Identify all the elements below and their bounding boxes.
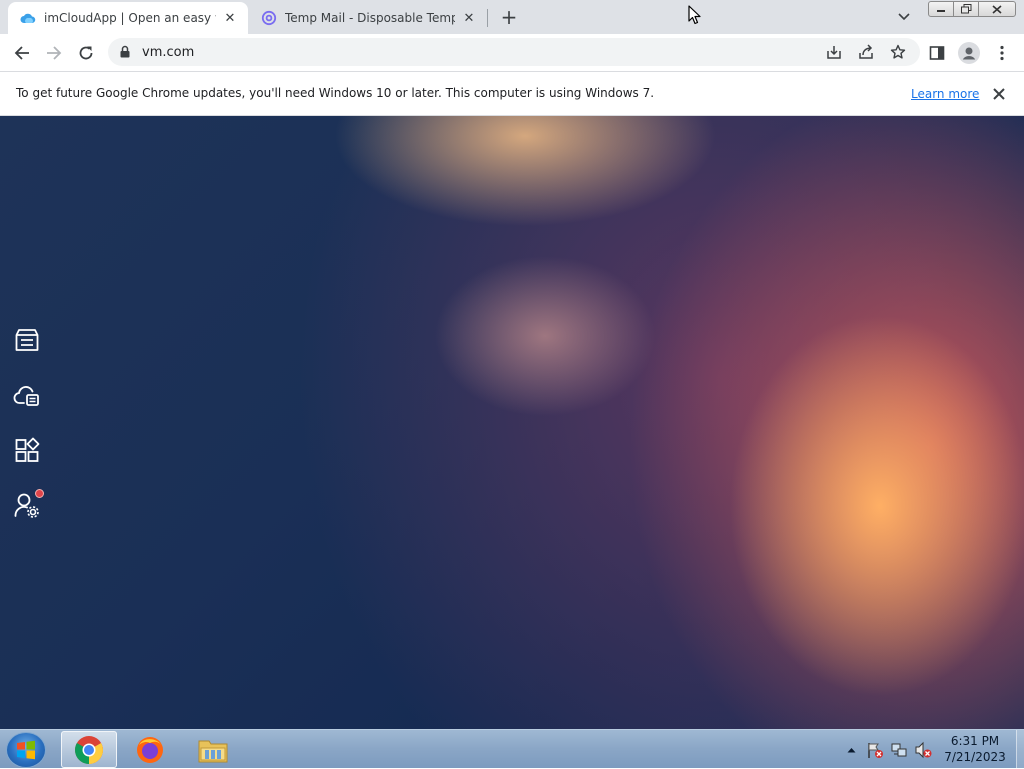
system-clock[interactable]: 6:31 PM 7/21/2023 <box>935 733 1015 765</box>
network-icon[interactable] <box>889 740 909 760</box>
tab-imcloudapp[interactable]: imCloudApp | Open an easy work ✕ <box>8 2 248 34</box>
browser-window: imCloudApp | Open an easy work ✕ Temp Ma… <box>0 0 1024 769</box>
update-infobar: To get future Google Chrome updates, you… <box>0 71 1024 116</box>
lock-icon[interactable] <box>120 45 130 61</box>
firefox-taskbar-button[interactable] <box>122 731 178 768</box>
tab-title: Temp Mail - Disposable Tempora <box>285 11 455 25</box>
notification-dot <box>35 489 44 498</box>
clock-time: 6:31 PM <box>950 734 1000 748</box>
reload-icon[interactable] <box>73 40 99 66</box>
cloud-storage-icon[interactable] <box>12 380 42 410</box>
file-explorer-taskbar-button[interactable] <box>185 731 241 768</box>
show-hidden-icons-icon[interactable] <box>845 740 857 760</box>
volume-muted-icon[interactable] <box>913 740 933 760</box>
close-window-button[interactable] <box>978 1 1016 17</box>
show-desktop-button[interactable] <box>1016 730 1024 769</box>
folder-icon <box>198 740 228 762</box>
tab-separator <box>487 9 488 27</box>
tab-title: imCloudApp | Open an easy work <box>44 11 216 25</box>
start-button[interactable] <box>6 732 46 768</box>
bookmark-star-icon[interactable] <box>888 44 908 60</box>
address-bar[interactable]: vm.com <box>108 38 920 66</box>
clock-date: 7/21/2023 <box>944 750 1006 764</box>
firefox-icon <box>137 736 163 763</box>
new-tab-button[interactable]: + <box>498 5 520 29</box>
tab-search-chevron-icon[interactable] <box>894 8 914 26</box>
url-text[interactable]: vm.com <box>142 45 194 60</box>
learn-more-link[interactable]: Learn more <box>911 87 979 101</box>
browser-toolbar: vm.com <box>0 34 1024 71</box>
chrome-icon <box>75 735 103 764</box>
mouse-cursor-icon <box>688 5 702 28</box>
share-icon[interactable] <box>856 44 876 60</box>
close-icon[interactable] <box>990 85 1008 103</box>
minimize-button[interactable] <box>928 1 954 17</box>
apps-grid-icon[interactable] <box>12 435 42 465</box>
restore-button[interactable] <box>953 1 979 17</box>
page-content <box>0 116 1024 729</box>
close-tab-icon[interactable]: ✕ <box>222 10 238 26</box>
windows-logo-icon <box>17 740 35 760</box>
at-sign-icon <box>261 10 277 26</box>
tab-strip: imCloudApp | Open an easy work ✕ Temp Ma… <box>0 0 1024 34</box>
cloud-icon <box>20 10 36 26</box>
close-tab-icon[interactable]: ✕ <box>461 10 477 26</box>
action-center-flag-icon[interactable] <box>865 740 885 760</box>
profile-avatar-icon[interactable] <box>958 42 980 64</box>
back-arrow-icon[interactable] <box>9 40 35 66</box>
chrome-taskbar-button[interactable] <box>61 731 117 768</box>
windows-taskbar: 6:31 PM 7/21/2023 <box>0 729 1024 769</box>
tab-temp-mail[interactable]: Temp Mail - Disposable Tempora ✕ <box>249 2 487 34</box>
storage-drawer-icon[interactable] <box>12 325 42 355</box>
kebab-menu-icon[interactable] <box>991 42 1013 64</box>
side-panel-icon[interactable] <box>926 42 948 64</box>
infobar-message: To get future Google Chrome updates, you… <box>16 86 655 100</box>
install-download-icon[interactable] <box>824 44 844 60</box>
forward-arrow-icon[interactable] <box>41 40 67 66</box>
